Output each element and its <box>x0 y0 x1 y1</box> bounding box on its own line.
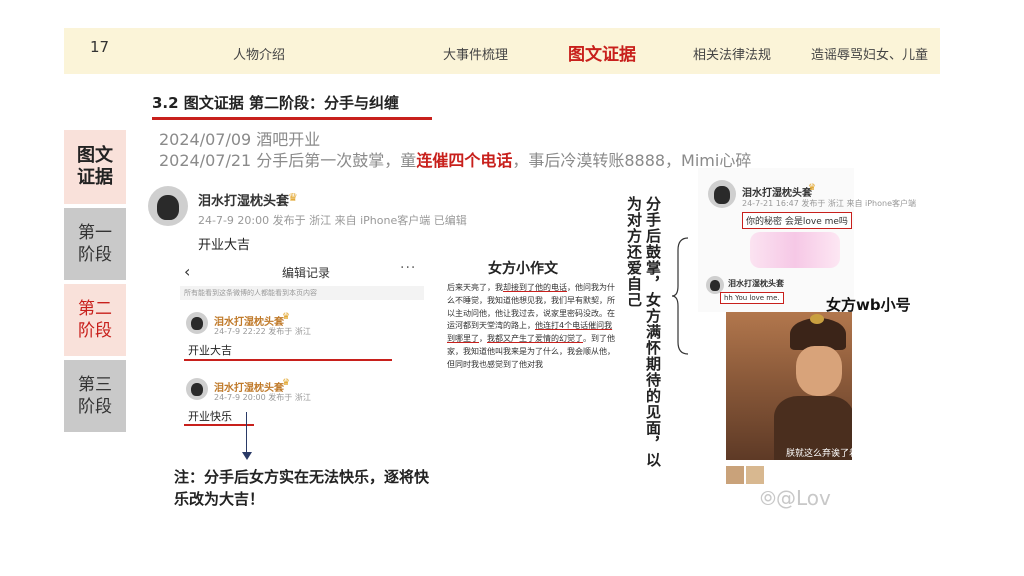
post-author-name[interactable]: 泪水打湿枕头套 <box>198 190 289 209</box>
crown-icon: ♛ <box>282 312 291 322</box>
timeline-highlight: 连催四个电话 <box>416 151 513 170</box>
essay-part: ， <box>479 334 487 344</box>
crown-icon: ♛ <box>808 183 817 193</box>
essay-title: 女方小作文 <box>488 261 558 277</box>
crown-icon: ♛ <box>282 378 291 388</box>
edit-v1-text: 开业大吉 <box>188 344 232 357</box>
weibo-author-2: 泪水打湿枕头套 <box>728 279 784 288</box>
sidebar-item-stage-1[interactable]: 第一 阶段 <box>64 208 126 280</box>
weibo-meta-1: 24-7-21 16:47 发布于 浙江 来自 iPhone客户端 <box>742 199 916 208</box>
post-text: 开业大吉 <box>198 238 251 253</box>
avatar <box>186 312 208 334</box>
essay-part: 后来天亮了，我 <box>447 283 503 292</box>
more-icon[interactable]: ··· <box>400 260 416 276</box>
arrow-down-line <box>246 412 247 456</box>
weibo-quote-2: hh You love me. <box>720 292 784 304</box>
timeline-text: 2024/07/21 分手后第一次鼓掌，童 <box>159 151 417 170</box>
back-icon[interactable]: ‹ <box>184 262 190 281</box>
section-title-underline <box>152 117 432 120</box>
post-meta: 24-7-9 20:00 发布于 浙江 来自 iPhone客户端 已编辑 <box>198 214 467 227</box>
nav-item-events[interactable]: 大事件梳理 <box>443 44 508 63</box>
thumbnail-image <box>726 466 744 484</box>
essay-highlight: 我都又产生了爱情的幻觉了 <box>487 334 583 344</box>
nav-item-laws[interactable]: 相关法律法规 <box>693 44 771 63</box>
edit-v1-meta: 24-7-9 22:22 发布于 浙江 <box>214 327 311 336</box>
note-text: 注：分手后女方实在无法快乐，逐将快乐改为大吉！ <box>174 468 430 508</box>
avatar <box>186 378 208 400</box>
weibo-quote-1: 你的秘密 会是love me吗 <box>742 212 852 229</box>
section-title: 3.2 图文证据 第二阶段：分手与纠缠 <box>152 94 400 112</box>
weibo-author-1: 泪水打湿枕头套 <box>742 188 812 199</box>
timeline-line-2: 2024/07/21 分手后第一次鼓掌，童连催四个电话，事后冷漠转账8888，M… <box>159 147 751 171</box>
nav-item-evidence[interactable]: 图文证据 <box>568 40 636 65</box>
vertical-caption: 分手后鼓掌，女方满怀期待的见面，以为对方还爱自己 <box>625 196 662 468</box>
page-number: 17 <box>90 38 110 56</box>
essay-highlight: 却接到了他的电话 <box>503 283 567 292</box>
avatar <box>708 180 736 208</box>
meme-photo <box>726 312 852 460</box>
sidebar-item-stage-2[interactable]: 第二 阶段 <box>64 284 126 356</box>
weibo-watermark: ⦾@Lov <box>760 486 831 510</box>
red-underline <box>184 424 254 426</box>
edit-record-title: 编辑记录 <box>282 266 331 280</box>
brace-icon <box>672 237 689 355</box>
photo-caption: 朕就这么弃诶了着 <box>786 449 859 459</box>
thumbnail-image <box>746 466 764 484</box>
avatar[interactable] <box>148 186 188 226</box>
crown-icon: ♛ <box>288 191 298 204</box>
essay-text: 后来天亮了，我却接到了他的电话，他问我为什么不睡觉，我知道他想见我，我们早有默契… <box>447 282 617 372</box>
pink-emoji-image <box>750 232 840 268</box>
watermark-text: @Lov <box>776 486 831 510</box>
edit-v2-text: 开业快乐 <box>188 410 232 423</box>
nav-item-rumors[interactable]: 造谣辱骂妇女、儿童 <box>811 44 928 63</box>
arrow-down-icon <box>242 452 252 460</box>
sidebar-item-evidence[interactable]: 图文 证据 <box>64 130 126 204</box>
sidebar-item-stage-3[interactable]: 第三 阶段 <box>64 360 126 432</box>
edit-v2-meta: 24-7-9 20:00 发布于 浙江 <box>214 393 311 402</box>
nav-item-people[interactable]: 人物介绍 <box>233 44 285 63</box>
red-underline <box>184 359 392 361</box>
edit-record-hint: 所有能看到这条微博的人都能看到本页内容 <box>180 286 424 300</box>
